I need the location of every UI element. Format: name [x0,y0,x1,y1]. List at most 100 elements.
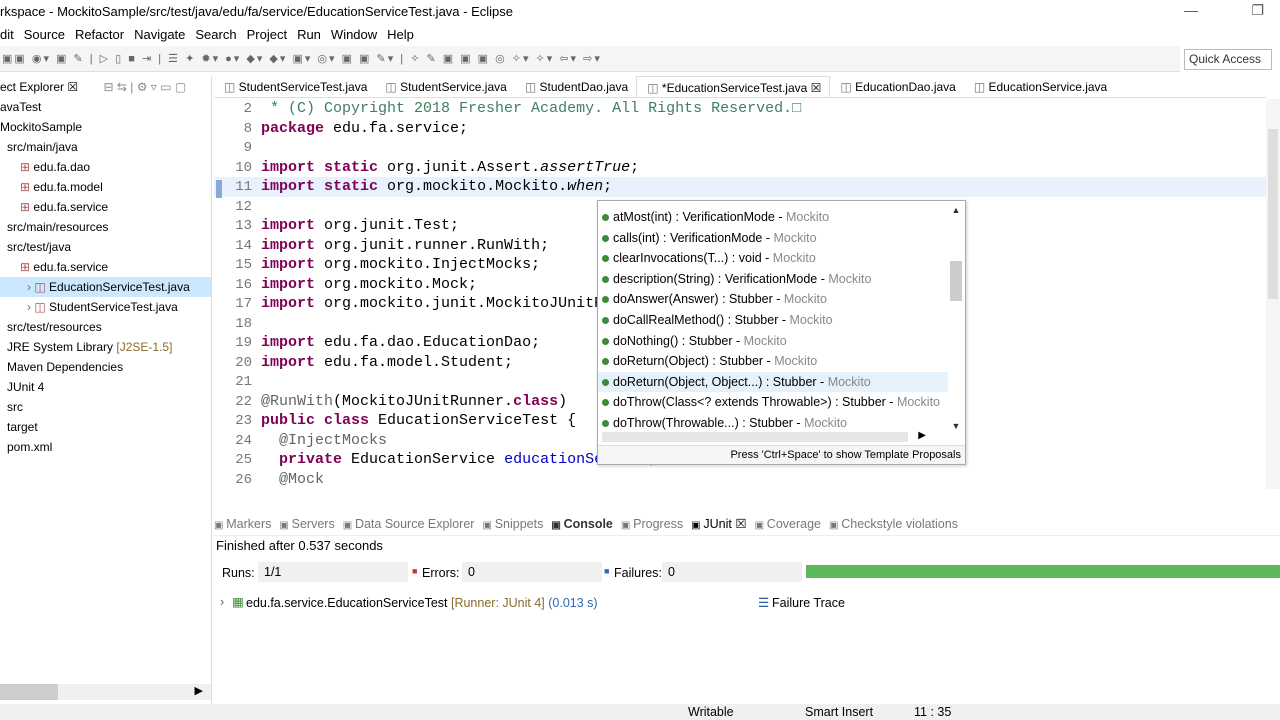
tab-servers[interactable]: ▣ Servers [279,517,334,531]
code-text: import org.mockito.Mock; [261,275,478,293]
java-file-icon: ◫ [524,80,540,94]
tab-label: Servers [291,517,335,531]
completion-item[interactable]: doNothing() : Stubber - Mockito [598,331,948,352]
completion-item[interactable]: calls(int) : VerificationMode - Mockito [598,228,948,249]
tree-item[interactable]: src/main/resources [0,217,211,237]
window-controls[interactable]: — ❐ [1184,2,1264,19]
completion-item[interactable]: doReturn(Object) : Stubber - Mockito [598,351,948,372]
tree-item[interactable]: › ◫ StudentServiceTest.java [0,297,211,317]
tab-snippets[interactable]: ▣ Snippets [482,517,543,531]
completion-signature: description(String) : VerificationMode [613,271,818,286]
popup-hscrollbar[interactable]: ▶ [598,430,948,444]
menu-refactor[interactable]: Refactor [75,27,124,42]
completion-item[interactable]: doThrow(Class<? extends Throwable>) : St… [598,392,948,413]
editor-tab[interactable]: ◫ StudentServiceTest.java [214,76,375,97]
junit-panel: ▣ Markers ▣ Servers ▣ Data Source Explorer… [214,512,1280,704]
tree-item[interactable]: src/main/java [0,137,211,157]
completion-item[interactable]: doCallRealMethod() : Stubber - Mockito [598,310,948,331]
editor-tab[interactable]: ◫ StudentDao.java [515,76,636,97]
java-file-icon: ◫ [840,80,856,94]
menu-run[interactable]: Run [297,27,321,42]
status-bar: Writable Smart Insert 11 : 35 [0,704,1280,720]
tree-item[interactable]: pom.xml [0,437,211,457]
tree-item[interactable]: MockitoSample [0,117,211,137]
menu-dit[interactable]: dit [0,27,14,42]
completion-item[interactable]: atMost(int) : VerificationMode - Mockito [598,207,948,228]
editor-tab[interactable]: ◫ *EducationServiceTest.java ☒ [636,76,831,97]
failures-value: 0 [662,562,802,582]
code-text: import edu.fa.dao.EducationDao; [261,334,541,351]
tree-item[interactable]: target [0,417,211,437]
menu-search[interactable]: Search [195,27,236,42]
tree-item[interactable]: Maven Dependencies [0,357,211,377]
menu-help[interactable]: Help [387,27,414,42]
menu-source[interactable]: Source [24,27,65,42]
menu-project[interactable]: Project [247,27,287,42]
tab-progress[interactable]: ▣ Progress [621,517,683,531]
completion-signature: doNothing() : Stubber [613,333,733,348]
menu-navigate[interactable]: Navigate [134,27,185,42]
tab-checkstyle-violations[interactable]: ▣ Checkstyle violations [829,517,958,531]
editor-tab[interactable]: ◫ StudentService.java [375,76,514,97]
line-number: 24 [235,432,252,449]
completion-item[interactable]: description(String) : VerificationMode -… [598,269,948,290]
code-text: package edu.fa.service; [261,119,469,137]
tab-data-source-explorer[interactable]: ▣ Data Source Explorer [343,517,475,531]
status-insert-mode: Smart Insert [805,705,874,719]
minimize-icon[interactable]: — [1184,2,1198,19]
junit-finished: Finished after 0.537 seconds [216,538,383,553]
test-suite-item[interactable]: edu.fa.service.EducationServiceTest [Run… [246,596,598,610]
explorer-hscrollbar[interactable]: ▶ [0,684,211,700]
tree-item[interactable]: JUnit 4 [0,377,211,397]
failure-trace-label: Failure Trace [772,596,845,610]
java-file-icon: ◫ [224,80,239,94]
tree-item-label: JUnit 4 [7,380,45,394]
tree-item-label: edu.fa.dao [33,160,91,174]
close-icon[interactable]: ☒ [807,81,822,95]
tree-item[interactable]: ⊞ edu.fa.dao [0,157,211,177]
editor-tab[interactable]: ◫ EducationService.java [964,76,1115,97]
tree-item[interactable]: ⊞ edu.fa.model [0,177,211,197]
code-text: @InjectMocks [279,431,388,449]
bottom-tabs: ▣ Markers ▣ Servers ▣ Data Source Explorer… [214,512,1280,536]
tab-junit[interactable]: ▣ JUnit ☒ [691,517,746,531]
tree-item[interactable]: ⊞ edu.fa.service [0,197,211,217]
popup-scrollbar[interactable]: ▲ ▼ [949,205,963,431]
completion-item[interactable]: doReturn(Object, Object...) : Stubber - … [598,371,948,393]
tree-item[interactable]: src/test/java [0,237,211,257]
tree-item[interactable]: ⊞ edu.fa.service [0,257,211,277]
method-icon [602,296,609,304]
editor-tab[interactable]: ◫ EducationDao.java [830,76,963,97]
completion-item[interactable]: doAnswer(Answer) : Stubber - Mockito [598,289,948,310]
tree-item[interactable]: avaTest [0,97,211,117]
tab-label: Coverage [766,517,821,531]
tab-console[interactable]: ▣ Console [551,517,613,531]
tab-label: Progress [633,517,684,531]
line-number: 15 [235,257,252,273]
menu-window[interactable]: Window [331,27,377,42]
tree-item-label: MockitoSample [0,120,83,134]
tree-item[interactable]: src/test/resources [0,317,211,337]
tree-item[interactable]: src [0,397,211,417]
tab-markers[interactable]: ▣ Markers [214,517,271,531]
tab-label: JUnit [703,517,732,531]
completion-signature: doReturn(Object, Object...) : Stubber [613,374,817,389]
tree-item[interactable]: › ◫ EducationServiceTest.java [0,277,211,297]
tree-item-label: edu.fa.service [33,200,109,214]
editor-vscrollbar[interactable] [1266,99,1280,489]
line-number: 19 [235,335,252,351]
explorer-tab[interactable]: ect Explorer ☒ ⊟ ⇆ | ⚙ ▿ ▭ ▢ [0,76,211,98]
completion-item[interactable]: clearInvocations(T...) : void - Mockito [598,248,948,269]
failure-trace-icon: ☰ [758,596,770,610]
restore-icon[interactable]: ❐ [1251,2,1264,19]
expand-icon[interactable]: › [220,595,224,609]
toolbar[interactable]: ▣▣ ◉▾ ▣ ✎ | ▷ ▯ ■ ⇥ | ☰ ✦ ✹▾ ●▾ ◆▾ ◆▾ ▣▾… [0,46,1180,72]
tab-coverage[interactable]: ▣ Coverage [755,517,821,531]
content-assist-popup[interactable]: atMost(int) : VerificationMode - Mockito… [597,200,966,465]
method-icon [602,378,609,386]
tree-item[interactable]: JRE System Library [J2SE-1.5] [0,337,211,357]
completion-signature: atMost(int) : VerificationMode [613,210,775,224]
quick-access-input[interactable]: Quick Access [1184,49,1272,70]
